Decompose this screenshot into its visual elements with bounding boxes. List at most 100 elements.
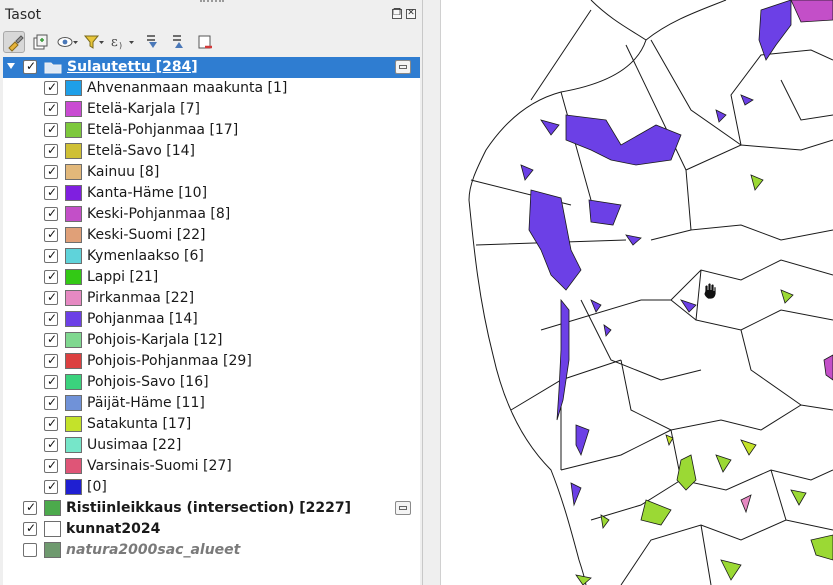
symbol-swatch — [65, 101, 82, 117]
rendering-indicator-icon[interactable] — [395, 60, 411, 74]
layer-row[interactable]: natura2000sac_alueet — [3, 540, 420, 561]
layer-label: Etelä-Karjala [7] — [87, 101, 200, 117]
checkmark-icon: ✓ — [47, 311, 58, 325]
symbol-swatch — [44, 542, 61, 558]
add-group-button[interactable] — [29, 31, 51, 53]
layer-row[interactable]: ✓ Pohjois-Pohjanmaa [29] — [3, 351, 420, 372]
symbol-swatch — [65, 164, 82, 180]
visibility-button[interactable] — [55, 31, 78, 53]
filter-button[interactable] — [81, 31, 104, 53]
layer-row[interactable]: ✓ Etelä-Savo [14] — [3, 141, 420, 162]
layer-row[interactable]: ✓ Kainuu [8] — [3, 162, 420, 183]
layer-row[interactable]: ✓ Uusimaa [22] — [3, 435, 420, 456]
layer-visibility-checkbox[interactable]: ✓ — [23, 500, 37, 515]
layer-row[interactable]: ✓ Ristiinleikkaus (intersection) [2227] — [3, 498, 420, 519]
collapse-all-button[interactable] — [168, 31, 190, 53]
float-panel-button[interactable]: ❐ — [392, 8, 402, 19]
layer-label: Pohjois-Savo [16] — [87, 374, 209, 390]
layer-label: Ahvenanmaan maakunta [1] — [87, 80, 288, 96]
layer-row[interactable]: ✓ Satakunta [17] — [3, 414, 420, 435]
layer-label: Lappi [21] — [87, 269, 159, 285]
checkmark-icon: ✓ — [47, 458, 58, 472]
checkmark-icon: ✓ — [47, 479, 58, 493]
expand-arrow-icon[interactable] — [7, 63, 15, 69]
layer-row[interactable]: ✓ Lappi [21] — [3, 267, 420, 288]
layer-row[interactable]: ✓ Keski-Pohjanmaa [8] — [3, 204, 420, 225]
layer-label: Varsinais-Suomi [27] — [87, 458, 232, 474]
layer-visibility-checkbox[interactable]: ✓ — [44, 416, 58, 431]
layer-visibility-checkbox[interactable]: ✓ — [44, 374, 58, 389]
visibility-eye-icon — [57, 37, 78, 47]
layer-visibility-checkbox[interactable]: ✓ — [44, 248, 58, 263]
map-svg — [468, 0, 833, 585]
layer-row[interactable]: ✓ Keski-Suomi [22] — [3, 225, 420, 246]
layer-visibility-checkbox[interactable]: ✓ — [44, 437, 58, 452]
layer-visibility-checkbox[interactable]: ✓ — [44, 458, 58, 473]
symbol-swatch — [65, 332, 82, 348]
layer-visibility-checkbox[interactable]: ✓ — [44, 479, 58, 494]
layer-row[interactable]: ✓ Päijät-Häme [11] — [3, 393, 420, 414]
rendering-indicator-icon[interactable] — [395, 501, 411, 515]
layer-label: Sulautettu [284] — [67, 59, 198, 75]
style-button[interactable] — [3, 31, 25, 53]
checkmark-icon: ✓ — [47, 122, 58, 136]
remove-layer-button[interactable] — [194, 31, 216, 53]
layer-visibility-checkbox[interactable] — [23, 543, 37, 557]
pan-hand-cursor-icon — [703, 282, 717, 300]
layer-visibility-checkbox[interactable]: ✓ — [44, 164, 58, 179]
layer-row[interactable]: ✓ Varsinais-Suomi [27] — [3, 456, 420, 477]
layer-visibility-checkbox[interactable]: ✓ — [23, 59, 37, 74]
layer-label: Etelä-Savo [14] — [87, 143, 195, 159]
layer-visibility-checkbox[interactable]: ✓ — [23, 521, 37, 536]
layer-visibility-checkbox[interactable]: ✓ — [44, 353, 58, 368]
layer-visibility-checkbox[interactable]: ✓ — [44, 101, 58, 116]
layer-label: Uusimaa [22] — [87, 437, 182, 453]
layer-row[interactable]: ✓ kunnat2024 — [3, 519, 420, 540]
layer-label: Kanta-Häme [10] — [87, 185, 208, 201]
remove-layer-icon — [198, 35, 212, 49]
layer-label: Kainuu [8] — [87, 164, 160, 180]
layer-row[interactable]: ✓ Pohjois-Savo [16] — [3, 372, 420, 393]
layer-label: natura2000sac_alueet — [66, 542, 241, 558]
close-panel-button[interactable]: ✕ — [406, 8, 416, 19]
layer-visibility-checkbox[interactable]: ✓ — [44, 311, 58, 326]
layer-visibility-checkbox[interactable]: ✓ — [44, 269, 58, 284]
layer-visibility-checkbox[interactable]: ✓ — [44, 395, 58, 410]
layer-row[interactable]: ✓ Pohjanmaa [14] — [3, 309, 420, 330]
layer-group-sulautettu[interactable]: ✓ Sulautettu [284] — [3, 57, 420, 78]
symbol-swatch — [65, 311, 82, 327]
layer-label: Pirkanmaa [22] — [87, 290, 195, 306]
float-icon: ❐ — [393, 8, 402, 18]
layer-row[interactable]: ✓ Ahvenanmaan maakunta [1] — [3, 78, 420, 99]
map-canvas[interactable] — [441, 0, 833, 585]
layer-row[interactable]: ✓ Kymenlaakso [6] — [3, 246, 420, 267]
expand-all-button[interactable] — [142, 31, 164, 53]
layer-row[interactable]: ✓ [0] — [3, 477, 420, 498]
layers-toolbar: ε) — [0, 28, 423, 56]
layer-visibility-checkbox[interactable]: ✓ — [44, 143, 58, 158]
layer-row[interactable]: ✓ Pohjois-Karjala [12] — [3, 330, 420, 351]
close-icon: ✕ — [407, 8, 415, 18]
filter-funnel-icon — [83, 35, 104, 49]
layer-visibility-checkbox[interactable]: ✓ — [44, 227, 58, 242]
checkmark-icon: ✓ — [47, 269, 58, 283]
layer-row[interactable]: ✓ Pirkanmaa [22] — [3, 288, 420, 309]
symbol-swatch — [65, 479, 82, 495]
group-folder-icon — [44, 62, 62, 74]
layer-label: [0] — [87, 479, 107, 495]
layer-visibility-checkbox[interactable]: ✓ — [44, 206, 58, 221]
layer-row[interactable]: ✓ Etelä-Pohjanmaa [17] — [3, 120, 420, 141]
layer-visibility-checkbox[interactable]: ✓ — [44, 332, 58, 347]
layer-visibility-checkbox[interactable]: ✓ — [44, 185, 58, 200]
layer-visibility-checkbox[interactable]: ✓ — [44, 122, 58, 137]
layer-visibility-checkbox[interactable]: ✓ — [44, 80, 58, 95]
layer-row[interactable]: ✓ Kanta-Häme [10] — [3, 183, 420, 204]
municipality-boundaries — [468, 0, 833, 585]
checkmark-icon: ✓ — [47, 248, 58, 262]
layer-row[interactable]: ✓ Etelä-Karjala [7] — [3, 99, 420, 120]
panel-splitter[interactable] — [423, 0, 441, 585]
layer-visibility-checkbox[interactable]: ✓ — [44, 290, 58, 305]
expression-filter-button[interactable]: ε) — [107, 31, 137, 53]
symbol-swatch — [65, 395, 82, 411]
layers-panel: Tasot ❐ ✕ ε) ✓ Sulautettu [284] ✓ Ahvena… — [0, 0, 423, 585]
